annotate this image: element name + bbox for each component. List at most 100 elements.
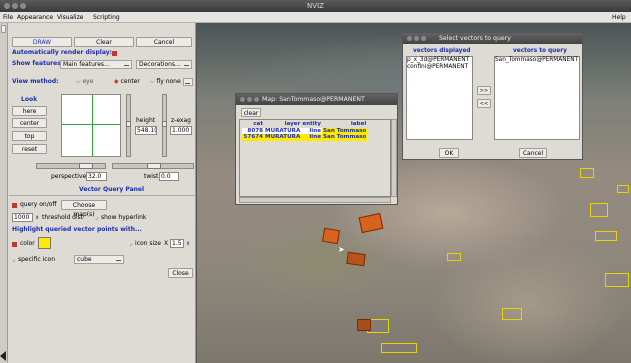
list-item[interactable]: p_x_3d@PERMANENT xyxy=(407,57,472,64)
cell-cat: 57674 xyxy=(243,134,263,140)
zexag-slider-handle[interactable] xyxy=(162,121,167,127)
threshold-input[interactable]: 1000 xyxy=(12,213,33,222)
map-clear-button[interactable]: clear xyxy=(241,108,261,117)
add-vector-button[interactable]: >> xyxy=(477,86,491,95)
vectors-displayed-list[interactable]: p_x_3d@PERMANENT confini@PERMANENT xyxy=(406,56,473,140)
twist-slider[interactable] xyxy=(112,163,194,169)
close-icon[interactable] xyxy=(240,97,245,102)
mouse-cursor-icon: ➤ xyxy=(338,245,345,254)
menu-appearance[interactable]: Appearance xyxy=(17,12,53,23)
highlighted-feature-outline xyxy=(605,273,629,287)
scroll-left-arrow-icon[interactable] xyxy=(0,351,6,361)
select-window-title: Select vectors to query xyxy=(439,35,511,42)
pad-crosshair-horizontal xyxy=(62,124,120,125)
height-input[interactable]: 548.1( xyxy=(135,126,157,135)
look-center-button[interactable]: center xyxy=(12,118,47,128)
minimize-icon[interactable] xyxy=(414,36,419,41)
highlight-label: Highlight queried vector points with... xyxy=(12,226,142,233)
threshold-spinner-icon[interactable]: ⬍ xyxy=(35,214,39,222)
eye-radio[interactable]: ⌵ eye xyxy=(76,78,93,86)
table-row[interactable]: 57674 MURATURA line San Tommaso xyxy=(242,134,368,141)
menu-visualize[interactable]: Visualize xyxy=(57,12,83,23)
map-window-titlebar: Map: SanTommaso@PERMANENT xyxy=(236,94,397,105)
twist-input[interactable]: 0.0 xyxy=(159,172,179,181)
icon-type-dropdown[interactable]: cube xyxy=(74,255,124,264)
perspective-slider[interactable] xyxy=(36,163,106,169)
map-query-window: Map: SanTommaso@PERMANENT clear cat laye… xyxy=(235,93,398,205)
height-label: height xyxy=(136,117,156,124)
decorations-dropdown[interactable]: Decorations... xyxy=(136,60,192,69)
draw-button[interactable]: DRAW xyxy=(12,37,72,47)
specific-icon-checkbox[interactable]: ⌟ xyxy=(12,256,15,264)
choose-maps-button[interactable]: Choose map(s) xyxy=(61,200,107,218)
auto-render-checkbox[interactable] xyxy=(112,51,117,56)
select-cancel-button[interactable]: Cancel xyxy=(519,148,547,158)
highlighted-feature-outline xyxy=(590,203,608,217)
remove-vector-button[interactable]: << xyxy=(477,99,491,108)
minimize-icon[interactable] xyxy=(12,3,18,9)
height-slider-handle[interactable] xyxy=(126,121,131,127)
close-query-panel-button[interactable]: Close xyxy=(168,268,193,278)
specific-icon-label: specific icon xyxy=(18,256,56,263)
highlighted-feature-outline xyxy=(447,253,461,261)
zexag-slider[interactable] xyxy=(162,94,167,157)
table-horizontal-scrollbar[interactable] xyxy=(239,197,391,203)
look-here-button[interactable]: here xyxy=(12,106,47,116)
highlighted-feature-outline xyxy=(381,343,417,353)
divider xyxy=(9,195,196,196)
list-item[interactable]: San_Tommaso@PERMANENT xyxy=(495,57,579,64)
pad-crosshair-vertical xyxy=(92,95,93,156)
maximize-icon[interactable] xyxy=(254,97,259,102)
close-icon[interactable] xyxy=(407,36,412,41)
twist-slider-handle[interactable] xyxy=(147,163,161,169)
menu-file[interactable]: File xyxy=(3,12,13,23)
list-item[interactable]: confini@PERMANENT xyxy=(407,64,472,71)
minimize-icon[interactable] xyxy=(247,97,252,102)
icon-size-label: icon size xyxy=(135,240,161,247)
menu-help[interactable]: Help xyxy=(612,12,626,23)
center-radio[interactable]: ◆ center xyxy=(114,78,140,85)
table-vertical-scrollbar[interactable] xyxy=(391,119,397,197)
color-label: color xyxy=(20,240,35,247)
perspective-input[interactable]: 32.0 xyxy=(86,172,107,181)
fly-radio[interactable]: ⌵ fly none xyxy=(150,78,181,86)
vectors-to-query-list[interactable]: San_Tommaso@PERMANENT xyxy=(494,56,580,140)
threshold-label: threshold dist xyxy=(42,214,84,221)
maximize-icon[interactable] xyxy=(421,36,426,41)
close-icon[interactable] xyxy=(4,3,10,9)
icon-size-input[interactable]: 1.5 xyxy=(170,239,184,248)
map-window-title: Map: SanTommaso@PERMANENT xyxy=(262,96,365,103)
window-title: NVIZ xyxy=(307,2,324,10)
cell-entity: line xyxy=(309,134,322,140)
clear-button[interactable]: Clear xyxy=(74,37,134,47)
highlighted-feature-outline xyxy=(595,231,617,241)
zexag-input[interactable]: 1.000 xyxy=(170,126,192,135)
center-label: center xyxy=(120,78,140,85)
height-slider[interactable] xyxy=(126,94,131,157)
color-swatch[interactable] xyxy=(38,237,51,249)
query-toggle-checkbox[interactable] xyxy=(12,203,17,208)
look-reset-button[interactable]: reset xyxy=(12,144,47,154)
main-features-dropdown[interactable]: Main features... xyxy=(60,60,132,69)
menu-scripting[interactable]: Scripting xyxy=(93,12,120,23)
building-roof xyxy=(357,319,371,331)
building-roof xyxy=(346,251,366,267)
icon-size-checkbox[interactable]: ⌟ xyxy=(129,240,132,248)
cell-label: San Tommaso xyxy=(323,134,367,140)
panel-scrollbar[interactable] xyxy=(0,23,8,363)
cancel-button[interactable]: Cancel xyxy=(136,37,192,47)
look-top-button[interactable]: top xyxy=(12,131,47,141)
color-checkbox[interactable] xyxy=(12,242,17,247)
fly-dropdown[interactable] xyxy=(183,78,193,86)
zexag-label: z-exag xyxy=(171,117,191,124)
view-method-label: View method: xyxy=(12,78,59,85)
hyperlink-checkbox[interactable]: ⌟ xyxy=(95,214,98,222)
ok-button[interactable]: OK xyxy=(439,148,459,158)
scrollbar-up-arrow[interactable] xyxy=(1,25,6,33)
position-pad[interactable] xyxy=(61,94,121,157)
icon-size-spinner-icon[interactable]: ⬍ xyxy=(186,240,190,248)
maximize-icon[interactable] xyxy=(20,3,26,9)
building-roof xyxy=(358,212,384,234)
select-vectors-window: Select vectors to query vectors displaye… xyxy=(402,32,583,160)
perspective-slider-handle[interactable] xyxy=(79,163,93,169)
